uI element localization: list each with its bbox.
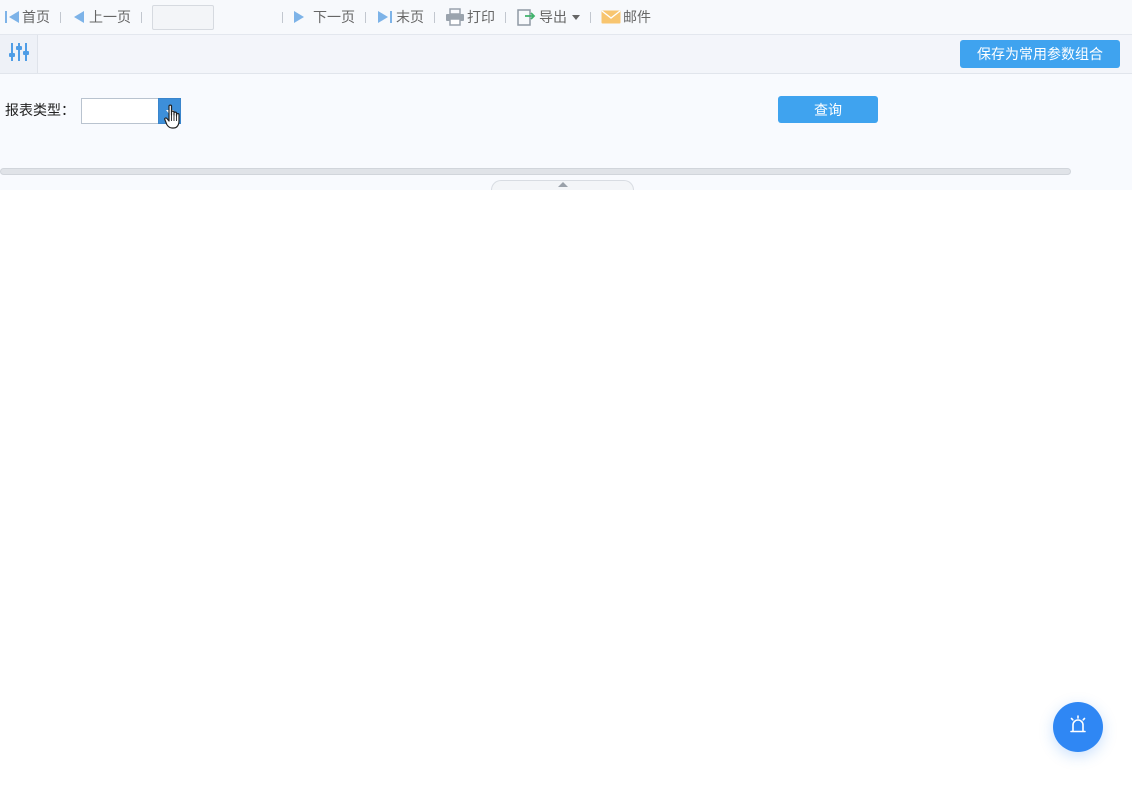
print-label: 打印 (467, 10, 495, 26)
first-page-icon (4, 9, 22, 25)
parameter-form: 报表类型： 查询 (0, 74, 1132, 190)
collapse-up-icon (557, 182, 568, 187)
alarm-icon (1067, 714, 1089, 740)
report-type-dropdown-trigger[interactable] (158, 98, 181, 124)
toolbar-divider (505, 11, 506, 23)
printer-icon (445, 8, 465, 26)
mail-icon (601, 10, 621, 24)
collapse-panel-handle[interactable] (491, 180, 634, 190)
toolbar-divider (141, 11, 142, 23)
export-label: 导出 (539, 10, 567, 26)
toolbar-divider (434, 11, 435, 23)
toolbar-divider (365, 11, 366, 23)
toolbar-divider (282, 11, 283, 23)
caret-down-icon (572, 14, 580, 20)
last-page-button[interactable]: 末页 (376, 5, 424, 29)
toolbar-divider (60, 11, 61, 23)
first-page-button[interactable]: 首页 (4, 5, 50, 29)
first-page-label: 首页 (22, 10, 50, 26)
toolbar-divider (590, 11, 591, 23)
sliders-icon (8, 41, 30, 67)
next-page-label: 下一页 (313, 10, 355, 26)
parameter-panel-header: 保存为常用参数组合 (0, 35, 1132, 74)
report-type-input[interactable] (81, 98, 158, 124)
next-page-icon (293, 9, 305, 25)
last-page-label: 末页 (396, 10, 424, 26)
print-button[interactable]: 打印 (445, 5, 495, 29)
save-parameter-combo-button[interactable]: 保存为常用参数组合 (960, 40, 1120, 68)
prev-page-button[interactable]: 上一页 (71, 5, 131, 29)
prev-page-icon (73, 9, 85, 25)
parameter-toggle-button[interactable] (0, 35, 38, 73)
report-type-combobox[interactable] (81, 98, 181, 124)
mail-button[interactable]: 邮件 (601, 5, 651, 29)
export-icon (516, 7, 536, 27)
chevron-down-icon (165, 103, 174, 119)
report-content-area (0, 190, 1132, 812)
query-button[interactable]: 查询 (778, 96, 878, 123)
export-button[interactable]: 导出 (516, 5, 580, 29)
page-number-input[interactable] (152, 4, 214, 30)
floating-alert-button[interactable] (1053, 702, 1103, 752)
prev-page-label: 上一页 (89, 10, 131, 26)
last-page-icon (376, 9, 394, 25)
report-type-label: 报表类型： (5, 103, 75, 119)
mail-label: 邮件 (623, 10, 651, 26)
horizontal-scrollbar[interactable] (0, 168, 1071, 175)
report-toolbar: 首页 上一页 下一页 末页 打印 导出 邮件 (0, 0, 1132, 35)
next-page-button[interactable]: 下一页 (293, 5, 355, 29)
